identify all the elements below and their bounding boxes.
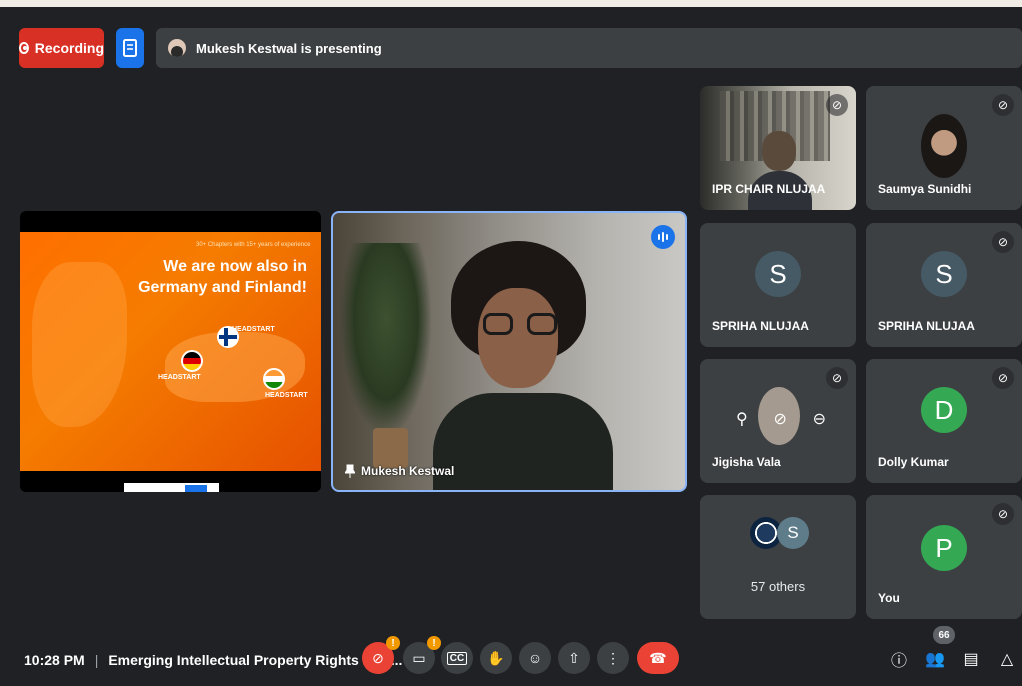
participant-tile[interactable]: S SPRIHA NLUJAA [700, 223, 856, 347]
meeting-title: Emerging Intellectual Property Rights Is… [108, 652, 403, 668]
pin-icon [345, 464, 355, 478]
headstart-badge: HEADSTART [265, 392, 308, 399]
camera-button[interactable]: ▭ ! [403, 636, 441, 674]
participant-name: Saumya Sunidhi [878, 182, 972, 196]
mic-off-icon: ⊘ [992, 231, 1014, 253]
hangup-icon: ☎ [649, 649, 667, 666]
raise-hand-button[interactable]: ✋ [480, 642, 512, 674]
camera-off-icon: ▭ [412, 649, 426, 666]
headstart-badge: HEADSTART [232, 326, 275, 333]
people-count-badge: 66 [933, 626, 955, 644]
remove-icon[interactable]: ⊖ [813, 409, 826, 429]
leave-call-button[interactable]: ☎ [637, 642, 679, 674]
captions-button[interactable]: CC [441, 642, 473, 674]
others-count: 57 others [750, 579, 806, 594]
participant-avatar: S [755, 251, 801, 297]
clock-time: 10:28 PM [24, 652, 85, 668]
people-icon: 👥 [925, 651, 945, 668]
mic-off-icon: ⊘ [372, 649, 384, 666]
present-icon: ⇧ [568, 649, 580, 666]
warning-icon: ! [386, 636, 400, 650]
info-icon: ⓘ [890, 653, 907, 670]
mic-off-icon: ⊘ [826, 94, 848, 116]
participant-name: IPR CHAIR NLUJAA [712, 182, 826, 196]
emoji-icon: ☺ [527, 650, 543, 666]
recording-button[interactable]: Recording [19, 28, 104, 68]
mic-button[interactable]: ⊘ ! [362, 636, 400, 674]
participant-tile[interactable]: ⊘ IPR CHAIR NLUJAA [700, 86, 856, 210]
presenter-body [433, 393, 613, 490]
participant-name: You [878, 591, 900, 605]
doc-button[interactable] [116, 28, 144, 68]
participant-name: SPRIHA NLUJAA [878, 319, 975, 333]
people-button[interactable]: 👥 [924, 648, 946, 670]
presenting-text: Mukesh Kestwal is presenting [196, 40, 382, 56]
participant-tile[interactable]: ⚲ ⊘ ⊖ ⊘ Jigisha Vala [700, 359, 856, 483]
separator: | [94, 652, 99, 668]
raise-hand-icon: ✋ [487, 649, 505, 666]
window-top-strip [0, 0, 1022, 7]
plant-pot [373, 428, 408, 468]
slide-title: We are now also in Germany and Finland! [138, 258, 307, 296]
presenter-name: Mukesh Kestwal [361, 464, 455, 478]
slide-subtitle: 30+ Chapters with 15+ years of experienc… [196, 242, 311, 248]
plant-background [341, 243, 431, 433]
record-icon [19, 42, 29, 54]
participant-tile[interactable]: ⊘ Saumya Sunidhi [866, 86, 1022, 210]
germany-flag-icon [181, 350, 203, 372]
present-button[interactable]: ⇧ [558, 642, 590, 674]
speaking-indicator-icon [651, 225, 675, 249]
others-tile[interactable]: S 57 others [700, 495, 856, 619]
mic-off-icon: ⊘ [992, 94, 1014, 116]
presenter-video-tile[interactable]: Mukesh Kestwal [331, 211, 687, 492]
more-vert-icon: ⋮ [606, 649, 620, 666]
recording-label: Recording [34, 40, 104, 56]
chat-button[interactable]: ▤ [960, 648, 982, 670]
participant-head [762, 131, 796, 171]
mic-off-icon: ⊘ [826, 367, 848, 389]
presenter-face [478, 288, 558, 388]
mic-off-icon: ⊘ [992, 503, 1014, 525]
meeting-info-button[interactable]: ⓘ [888, 648, 910, 670]
participant-avatar: S [777, 517, 809, 549]
doc-icon [123, 39, 137, 57]
pin-icon[interactable]: ⚲ [736, 409, 748, 429]
shared-screen-tile[interactable]: 30+ Chapters with 15+ years of experienc… [20, 211, 321, 492]
participant-avatar: P [921, 525, 967, 571]
headstart-badge: HEADSTART [158, 374, 201, 381]
mic-off-icon: ⊘ [992, 367, 1014, 389]
participant-avatar [921, 114, 967, 178]
activities-icon: △ [1000, 651, 1014, 668]
participant-name: SPRIHA NLUJAA [712, 319, 809, 333]
emoji-button[interactable]: ☺ [519, 642, 551, 674]
slide-cta-bar [124, 483, 219, 492]
warning-icon: ! [427, 636, 441, 650]
more-options-button[interactable]: ⋮ [597, 642, 629, 674]
self-tile[interactable]: P ⊘ You [866, 495, 1022, 619]
participant-name: Jigisha Vala [712, 455, 781, 469]
mic-off-icon[interactable]: ⊘ [773, 409, 786, 429]
glasses [483, 313, 557, 335]
chat-icon: ▤ [963, 651, 979, 668]
presentation-slide: 30+ Chapters with 15+ years of experienc… [20, 232, 321, 492]
presenting-banner[interactable]: Mukesh Kestwal is presenting [156, 28, 1022, 68]
participant-tile[interactable]: S ⊘ SPRIHA NLUJAA [866, 223, 1022, 347]
activities-button[interactable]: △ [996, 648, 1018, 670]
participant-avatar: S [921, 251, 967, 297]
india-flag-icon [263, 368, 285, 390]
participant-avatar: D [921, 387, 967, 433]
call-controls-bar: 10:28 PM | Emerging Intellectual Propert… [0, 626, 1022, 686]
cc-icon: CC [446, 651, 468, 665]
participant-tile[interactable]: D ⊘ Dolly Kumar [866, 359, 1022, 483]
presenter-avatar [168, 39, 186, 57]
participant-name: Dolly Kumar [878, 455, 949, 469]
